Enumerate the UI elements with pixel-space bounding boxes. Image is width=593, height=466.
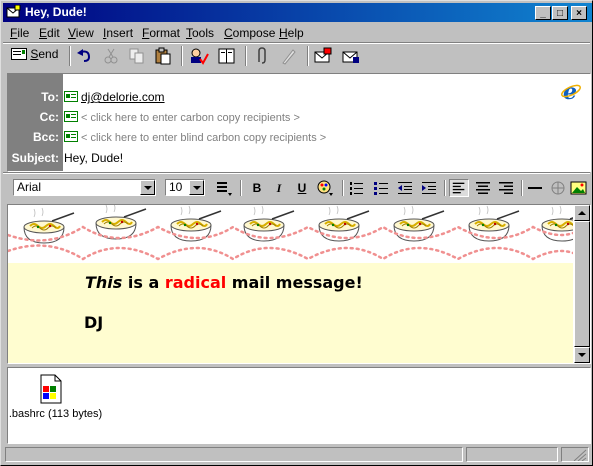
chevron-down-icon[interactable]: [189, 180, 204, 195]
cc-label: Cc:: [39, 110, 59, 124]
to-field[interactable]: dj@delorie.com: [64, 90, 165, 104]
address-card-icon: [64, 131, 78, 142]
toolbar-separator: [342, 180, 344, 196]
status-panel-main: [5, 447, 463, 462]
italic-button[interactable]: I: [269, 179, 289, 197]
header-divider: [3, 172, 590, 174]
font-name-select[interactable]: Arial: [13, 179, 156, 196]
address-book-icon[interactable]: [217, 47, 237, 65]
toolbar-separator: [521, 180, 523, 196]
increase-indent-icon[interactable]: [419, 179, 439, 197]
toolbar-separator: [307, 46, 309, 66]
window-title: Hey, Dude!: [25, 5, 87, 19]
check-names-icon[interactable]: [189, 47, 209, 65]
font-name-value: Arial: [17, 180, 42, 194]
bcc-label: Bcc:: [32, 130, 59, 144]
align-left-icon[interactable]: [449, 179, 469, 197]
send-icon: [11, 48, 27, 60]
menu-help[interactable]: Help: [279, 26, 304, 40]
maximize-icon: □: [556, 8, 564, 19]
align-center-icon[interactable]: [473, 179, 493, 197]
send-button[interactable]: Send: [11, 47, 58, 61]
menu-edit[interactable]: Edit: [39, 26, 60, 40]
close-icon: ×: [576, 8, 582, 19]
scroll-up-button[interactable]: [574, 205, 590, 221]
menu-file[interactable]: File: [10, 26, 29, 40]
cc-placeholder: < click here to enter carbon copy recipi…: [81, 112, 300, 124]
bcc-field[interactable]: < click here to enter blind carbon copy …: [64, 130, 326, 144]
chevron-up-icon: [578, 211, 586, 215]
stationery-border: [8, 205, 573, 263]
menu-format[interactable]: Format: [142, 26, 180, 40]
toolbar-separator: [444, 180, 446, 196]
font-color-icon[interactable]: [315, 179, 335, 197]
main-toolbar: Send: [3, 43, 592, 69]
message-header: To: Cc: Bcc: Subject: dj@delorie.com < c…: [7, 73, 591, 172]
toolbar-separator: [245, 46, 247, 66]
menu-view[interactable]: View: [68, 26, 94, 40]
bullet-list-icon[interactable]: [371, 179, 391, 197]
numbered-list-icon[interactable]: [347, 179, 367, 197]
minimize-button[interactable]: _: [535, 6, 551, 20]
close-button[interactable]: ×: [571, 6, 587, 20]
chevron-down-icon: [578, 353, 586, 357]
copy-icon[interactable]: [127, 47, 147, 65]
menu-insert[interactable]: Insert: [103, 26, 133, 40]
file-icon: [40, 374, 62, 404]
internet-explorer-icon: e: [561, 80, 581, 102]
format-toolbar: Arial 10 B I U: [3, 175, 592, 199]
to-recipient[interactable]: dj@delorie.com: [81, 90, 165, 104]
vertical-scrollbar[interactable]: [574, 205, 590, 363]
attach-icon[interactable]: [251, 47, 271, 65]
svg-text:e: e: [563, 80, 577, 102]
cc-field[interactable]: < click here to enter carbon copy recipi…: [64, 110, 300, 124]
resize-grip-icon: [573, 449, 587, 461]
attachment-label: .bashrc (113 bytes): [8, 408, 103, 420]
horizontal-line-icon[interactable]: [525, 179, 545, 197]
size-grip[interactable]: [561, 447, 589, 462]
subject-label: Subject:: [11, 151, 59, 165]
minimize-icon: _: [540, 8, 546, 19]
mail-compose-icon: [6, 5, 21, 18]
toolbar-separator: [240, 180, 242, 196]
message-line-1: This is a radical mail message!: [85, 273, 363, 292]
secure-icon[interactable]: [341, 47, 361, 65]
menu-compose[interactable]: Compose: [224, 26, 275, 40]
chevron-down-icon[interactable]: [140, 180, 155, 195]
scroll-down-button[interactable]: [574, 347, 590, 363]
attachment-pane: .bashrc (113 bytes): [7, 367, 591, 444]
cut-icon[interactable]: [101, 47, 121, 65]
toolbar-separator: [181, 46, 183, 66]
message-body[interactable]: This is a radical mail message! DJ: [7, 204, 591, 364]
scroll-thumb[interactable]: [574, 221, 590, 347]
decrease-indent-icon[interactable]: [395, 179, 415, 197]
bold-button[interactable]: B: [247, 179, 267, 197]
hyperlink-icon[interactable]: [548, 179, 568, 197]
menu-tools[interactable]: Tools: [186, 26, 214, 40]
sign-icon[interactable]: [279, 47, 299, 65]
subject-value[interactable]: Hey, Dude!: [64, 151, 123, 165]
undo-icon[interactable]: [75, 47, 95, 65]
to-label: To:: [41, 90, 59, 104]
address-card-icon: [64, 111, 78, 122]
paragraph-style-icon[interactable]: [214, 179, 234, 197]
underline-button[interactable]: U: [292, 179, 312, 197]
bcc-placeholder: < click here to enter blind carbon copy …: [81, 132, 327, 144]
status-panel-secondary: [466, 447, 558, 462]
maximize-button[interactable]: □: [552, 6, 568, 20]
toolbar-separator: [69, 46, 71, 66]
compose-window: Hey, Dude! _ □ × File Edit View Insert F…: [0, 0, 593, 466]
paste-icon[interactable]: [153, 47, 173, 65]
font-size-value: 10: [169, 180, 183, 194]
address-card-icon: [64, 91, 78, 102]
status-bar: [3, 445, 592, 463]
menu-bar: File Edit View Insert Format Tools Compo…: [3, 23, 592, 41]
font-size-select[interactable]: 10: [165, 179, 205, 196]
insert-picture-icon[interactable]: [569, 179, 589, 197]
message-signature: DJ: [84, 313, 104, 332]
encrypt-icon[interactable]: [313, 47, 333, 65]
title-bar[interactable]: Hey, Dude! _ □ ×: [3, 3, 592, 22]
subject-field[interactable]: Hey, Dude!: [64, 151, 123, 165]
align-right-icon[interactable]: [496, 179, 516, 197]
